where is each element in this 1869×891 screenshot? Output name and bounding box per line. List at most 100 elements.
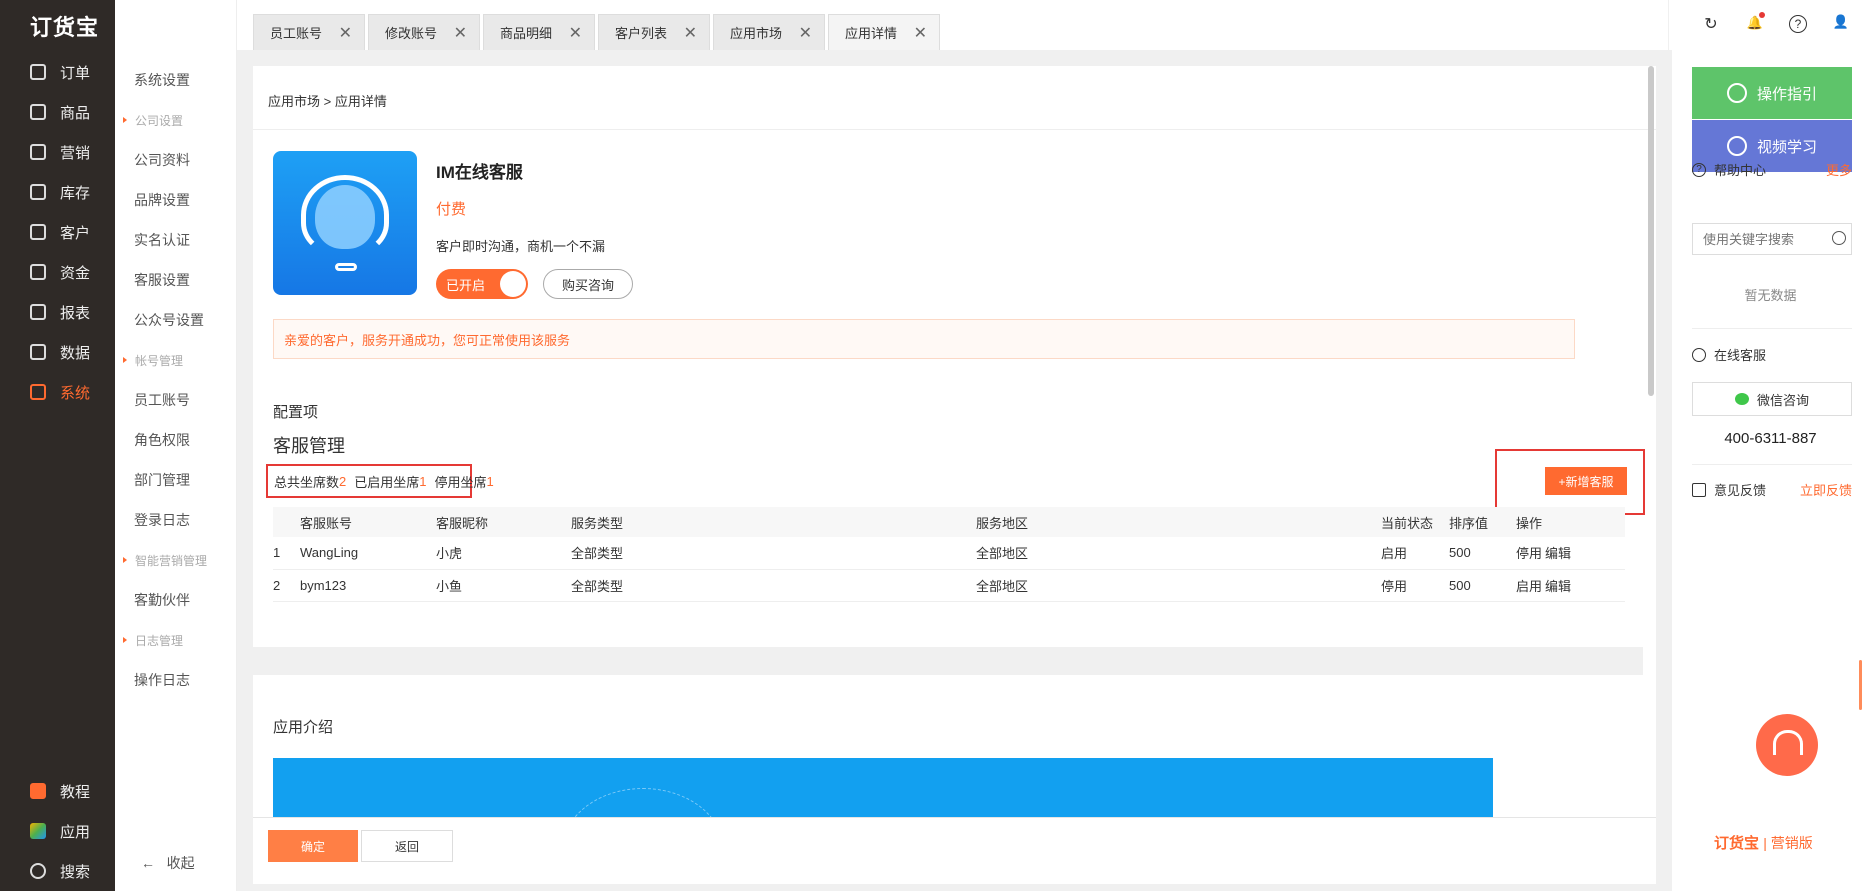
operation-guide-button[interactable]: 操作指引: [1692, 67, 1852, 119]
panel-scrollbar[interactable]: [1859, 660, 1862, 710]
confirm-button[interactable]: 确定: [268, 830, 358, 862]
col-account: 客服账号: [300, 507, 436, 537]
col-status: 当前状态: [1381, 507, 1449, 537]
disable-link[interactable]: 停用: [1516, 546, 1542, 561]
tab-edit-account[interactable]: 修改账号 ✕: [368, 14, 480, 50]
row-actions: 停用 编辑: [1516, 537, 1625, 570]
app-title: IM在线客服: [436, 163, 523, 182]
total-seats-value: 2: [339, 473, 347, 489]
nav-item-goods[interactable]: 商品: [0, 92, 115, 132]
report-icon: [30, 304, 46, 320]
smile-icon: [1726, 83, 1747, 103]
submenu-roles[interactable]: 角色权限: [115, 420, 236, 460]
close-icon[interactable]: ✕: [684, 23, 697, 43]
collapse-button[interactable]: ← 收起: [141, 853, 195, 873]
enabled-seats-value: 1: [419, 473, 427, 489]
row-index: 2: [273, 569, 300, 602]
submenu-group-label: 日志管理: [135, 633, 184, 648]
search-icon[interactable]: [1832, 231, 1846, 245]
submenu-service[interactable]: 客服设置: [115, 260, 236, 300]
arrow-left-icon: ←: [141, 855, 155, 871]
submenu-company-info[interactable]: 公司资料: [115, 140, 236, 180]
help-panel: 操作指引 视频学习 ? 帮助中心 更多 暂无数据 在线客服 微信咨询 400-631…: [1672, 50, 1869, 891]
submenu-group-account: 帐号管理: [115, 340, 236, 380]
service-table: 客服账号 客服昵称 服务类型 服务地区 当前状态 排序值 操作 1 WangLi…: [273, 507, 1625, 602]
submenu-login-log[interactable]: 登录日志: [115, 500, 236, 540]
help-search-input[interactable]: [1692, 223, 1852, 255]
nav-item-app[interactable]: 应用: [0, 811, 115, 851]
nav-item-label: 应用: [60, 823, 91, 841]
row-status: 停用: [1381, 569, 1449, 602]
search-icon: [30, 863, 46, 879]
triangle-icon: [123, 637, 127, 643]
user-icon[interactable]: 👤: [1831, 14, 1851, 34]
submenu-partner[interactable]: 客勤伙伴: [115, 580, 236, 620]
video-label: 视频学习: [1756, 138, 1817, 156]
nav-item-search[interactable]: 搜索: [0, 851, 115, 891]
table-row: 2 bym123 小鱼 全部类型 全部地区 停用 500 启用 编辑: [273, 569, 1625, 602]
tab-goods-detail[interactable]: 商品明细 ✕: [483, 14, 595, 50]
help-icon[interactable]: ?: [1789, 15, 1807, 33]
enabled-toggle[interactable]: 已开启: [436, 269, 528, 299]
nav-item-data[interactable]: 数据: [0, 332, 115, 372]
close-icon[interactable]: ✕: [454, 23, 467, 43]
tab-app-market[interactable]: 应用市场 ✕: [713, 14, 825, 50]
tab-customer-list[interactable]: 客户列表 ✕: [598, 14, 710, 50]
feedback-icon: [1692, 482, 1706, 497]
submenu-staff-account[interactable]: 员工账号: [115, 380, 236, 420]
headset-mic-shape: [335, 263, 357, 271]
feedback-now-link[interactable]: 立即反馈: [1800, 480, 1852, 499]
nav-bottom: 教程 应用 搜索: [0, 771, 115, 891]
nav-item-report[interactable]: 报表: [0, 292, 115, 332]
row-nickname: 小虎: [436, 537, 571, 570]
submenu-group-log: 日志管理: [115, 620, 236, 660]
headset-icon: [1692, 347, 1706, 362]
config-title: 客服管理: [273, 436, 345, 456]
submenu-brand[interactable]: 品牌设置: [115, 180, 236, 220]
col-sort: 排序值: [1449, 507, 1516, 537]
row-nickname: 小鱼: [436, 569, 571, 602]
nav-item-customer[interactable]: 客户: [0, 212, 115, 252]
tab-bar: 员工账号 ✕ 修改账号 ✕ 商品明细 ✕ 客户列表 ✕ 应用市场 ✕ 应用详情 ✕: [237, 0, 1668, 50]
close-icon[interactable]: ✕: [569, 23, 582, 43]
row-type: 全部类型: [571, 537, 976, 570]
close-icon[interactable]: ✕: [339, 23, 352, 43]
nav-item-tutorial[interactable]: 教程: [0, 771, 115, 811]
table-row: 1 WangLing 小虎 全部类型 全部地区 启用 500 停用 编辑: [273, 537, 1625, 570]
nav-item-money[interactable]: 资金: [0, 252, 115, 292]
enable-link[interactable]: 启用: [1516, 579, 1542, 594]
nav-item-order[interactable]: 订单: [0, 52, 115, 92]
nav-item-marketing[interactable]: 营销: [0, 132, 115, 172]
close-icon[interactable]: ✕: [914, 23, 927, 43]
tab-app-detail[interactable]: 应用详情 ✕: [828, 14, 940, 50]
divider: [1692, 464, 1852, 465]
tab-staff-account[interactable]: 员工账号 ✕: [253, 14, 365, 50]
submenu-official-account[interactable]: 公众号设置: [115, 300, 236, 340]
back-button[interactable]: 返回: [361, 830, 453, 862]
toggle-label: 已开启: [446, 277, 486, 293]
headset-band-shape: [301, 175, 389, 255]
purchase-consult-button[interactable]: 购买咨询: [543, 269, 633, 299]
triangle-icon: [123, 357, 127, 363]
wechat-consult-button[interactable]: 微信咨询: [1692, 382, 1852, 416]
intro-banner-image: [273, 758, 1493, 817]
submenu-realname[interactable]: 实名认证: [115, 220, 236, 260]
submenu-system-settings[interactable]: 系统设置: [115, 60, 236, 100]
submenu-operation-log[interactable]: 操作日志: [115, 660, 236, 700]
nav-item-warehouse[interactable]: 库存: [0, 172, 115, 212]
service-phone: 400-6311-887: [1724, 430, 1817, 447]
edit-link[interactable]: 编辑: [1545, 579, 1571, 594]
add-service-button[interactable]: +新增客服: [1545, 467, 1627, 495]
nav-item-system[interactable]: 系统: [0, 372, 115, 412]
tab-label: 应用详情: [845, 26, 898, 41]
customer-service-float-button[interactable]: [1756, 714, 1818, 776]
scrollbar[interactable]: [1648, 66, 1654, 396]
submenu-group-label: 公司设置: [135, 113, 184, 128]
submenu-department[interactable]: 部门管理: [115, 460, 236, 500]
more-link[interactable]: 更多: [1826, 160, 1852, 179]
seat-stats: 总共坐席数 2 已启用坐席 1 停用坐席 1: [266, 464, 494, 498]
refresh-icon[interactable]: ↻: [1701, 14, 1721, 34]
edit-link[interactable]: 编辑: [1545, 546, 1571, 561]
close-icon[interactable]: ✕: [799, 23, 812, 43]
bell-icon[interactable]: 🔔: [1745, 12, 1765, 34]
